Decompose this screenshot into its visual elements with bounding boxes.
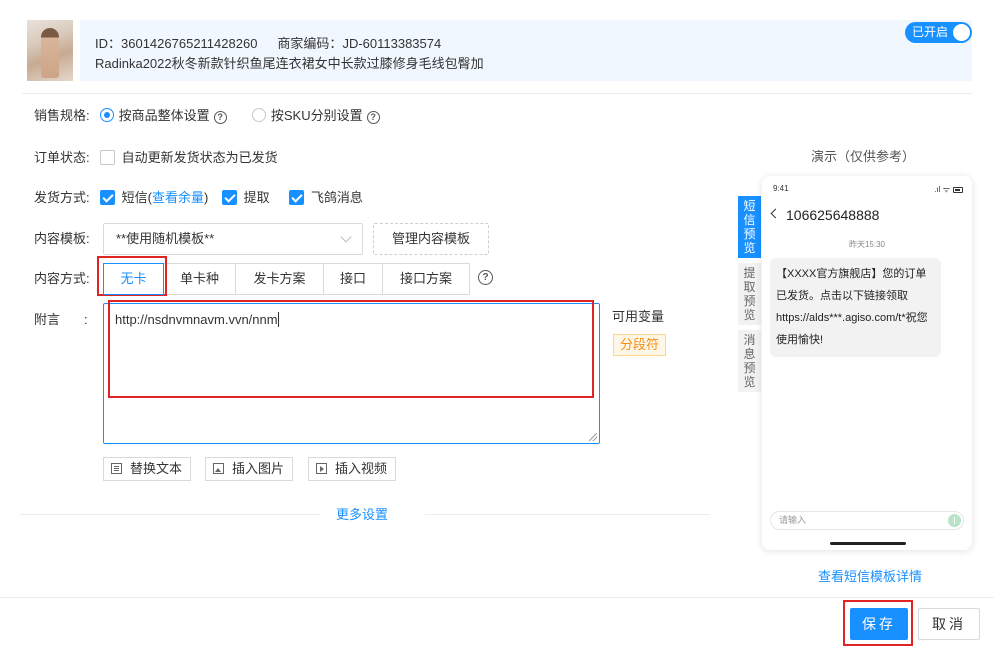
spec-option-whole[interactable]: 按商品整体设置 (119, 108, 210, 123)
content-mode-row-label: 内容方式: (34, 267, 96, 291)
divider (20, 514, 320, 515)
pickup-checkbox[interactable] (221, 190, 237, 205)
preview-title: 演示（仅供参考） (811, 149, 916, 164)
mode-api[interactable]: 接口 (323, 263, 383, 295)
product-id-value: 3601426765211428260 (121, 36, 258, 51)
back-arrow-icon (770, 208, 781, 219)
template-select[interactable]: **使用随机模板** (103, 223, 363, 255)
divider (22, 93, 972, 94)
check-balance-link[interactable]: 查看余量 (152, 190, 204, 205)
preview-side-tabs: 短信预览 提取预览 消息预览 (738, 196, 761, 397)
insert-video-label: 插入视频 (335, 461, 388, 476)
tab-sms-preview[interactable]: 短信预览 (738, 196, 761, 258)
divider (0, 597, 994, 598)
auto-update-label[interactable]: 自动更新发货状态为已发货 (122, 150, 278, 165)
help-icon[interactable]: ? (366, 111, 380, 124)
replace-text-button[interactable]: 替换文本 (103, 457, 192, 481)
sms-template-detail-link[interactable]: 查看短信模板详情 (818, 566, 922, 585)
feige-label[interactable]: 飞鸽消息 (311, 190, 363, 205)
spec-row: 销售规格: 按商品整体设置? 按SKU分别设置? (34, 104, 380, 128)
delivery-label: 发货方式: (34, 190, 90, 205)
insert-image-label: 插入图片 (232, 461, 285, 476)
replace-text-label: 替换文本 (130, 461, 183, 476)
insert-image-button[interactable]: 插入图片 (205, 457, 294, 481)
available-vars-label: 可用变量 (612, 309, 665, 324)
product-info: ID：3601426765211428260 商家编码：JD-6011338357… (80, 20, 972, 81)
video-icon (316, 463, 327, 474)
replace-text-icon (111, 463, 122, 474)
chevron-down-icon (340, 231, 352, 243)
phone-status-icons: .ıl ᯤ (934, 184, 963, 195)
spec-label: 销售规格: (34, 108, 90, 123)
sms-bubble: 【XXXX官方旗舰店】您的订单已发货。点击以下链接领取https://alds*… (770, 258, 941, 357)
spec-option-sku[interactable]: 按SKU分别设置 (271, 108, 363, 123)
message-time: 昨天15:30 (848, 240, 886, 249)
text-caret (277, 312, 279, 327)
phone-preview: 9:41 .ıl ᯤ 106625648888 昨天15:30 【XXXX官方旗… (762, 176, 972, 550)
paren-close: ) (204, 190, 209, 205)
resize-handle[interactable] (589, 433, 597, 441)
order-status-label: 订单状态: (34, 150, 90, 165)
feige-checkbox[interactable] (288, 190, 304, 205)
more-settings-link[interactable]: 更多设置 (336, 504, 388, 523)
home-indicator (830, 542, 906, 545)
content-mode-label: 内容方式: (34, 271, 90, 286)
insert-video-button[interactable]: 插入视频 (308, 457, 397, 481)
product-thumbnail (27, 20, 73, 81)
help-icon[interactable]: ? (478, 270, 493, 285)
note-row-label: 附言: (34, 308, 88, 332)
help-icon[interactable]: ? (213, 111, 227, 124)
template-row-label: 内容模板: (34, 227, 96, 251)
pickup-label[interactable]: 提取 (244, 190, 270, 205)
mode-no-card[interactable]: 无卡 (103, 263, 164, 295)
template-label: 内容模板: (34, 231, 90, 246)
phone-input-placeholder: 请输入 (779, 515, 807, 525)
toggle-knob (953, 24, 970, 41)
mode-card-plan[interactable]: 发卡方案 (235, 263, 324, 295)
order-status-row: 订单状态: 自动更新发货状态为已发货 (34, 146, 278, 170)
phone-contact: 106625648888 (786, 207, 880, 223)
note-colon: : (84, 312, 88, 327)
note-label: 附言 (34, 312, 61, 327)
merchant-code-value: JD-60113383574 (342, 36, 442, 51)
note-textarea[interactable]: http://nsdnvmnavm.vvn/nnm (103, 303, 600, 444)
image-icon (213, 463, 224, 474)
spec-radio-sku[interactable] (251, 108, 266, 122)
sms-checkbox[interactable] (99, 190, 115, 205)
cancel-button[interactable]: 取消 (918, 608, 980, 640)
toggle-label: 已开启 (912, 25, 949, 39)
phone-time: 9:41 (773, 184, 789, 193)
note-value: http://nsdnvmnavm.vvn/nnm (115, 312, 278, 327)
send-icon (948, 514, 961, 527)
sms-label[interactable]: 短信 (122, 190, 148, 205)
product-title: Radinka2022秋冬新款针织鱼尾连衣裙女中长款过膝修身毛线包臀加 (95, 56, 484, 71)
tab-message-preview[interactable]: 消息预览 (738, 330, 761, 392)
manage-template-button[interactable]: 管理内容模板 (373, 223, 489, 255)
mode-single-card[interactable]: 单卡种 (163, 263, 236, 295)
delivery-row: 发货方式: 短信(查看余量) 提取 飞鸽消息 (34, 186, 363, 210)
content-mode-segmented: 无卡 单卡种 发卡方案 接口 接口方案 (103, 263, 470, 295)
save-button[interactable]: 保存 (850, 608, 908, 640)
template-selected-value: **使用随机模板** (116, 231, 215, 246)
mode-api-plan[interactable]: 接口方案 (382, 263, 470, 295)
var-tag-segment[interactable]: 分段符 (613, 334, 667, 356)
battery-icon (953, 187, 963, 193)
merchant-code-label: 商家编码： (277, 36, 343, 51)
tab-pickup-preview[interactable]: 提取预览 (738, 263, 761, 325)
auto-update-checkbox[interactable] (99, 150, 115, 165)
spec-radio-whole[interactable] (99, 108, 114, 122)
signal-wifi-icon: .ıl ᯤ (934, 185, 950, 194)
product-id-label: ID： (95, 36, 122, 51)
phone-input: 请输入 (770, 511, 964, 530)
enabled-toggle[interactable]: 已开启 (905, 22, 972, 43)
divider (425, 514, 710, 515)
product-id-line: ID：3601426765211428260 商家编码：JD-6011338357… (95, 33, 441, 52)
product-header: ID：3601426765211428260 商家编码：JD-6011338357… (27, 20, 972, 81)
